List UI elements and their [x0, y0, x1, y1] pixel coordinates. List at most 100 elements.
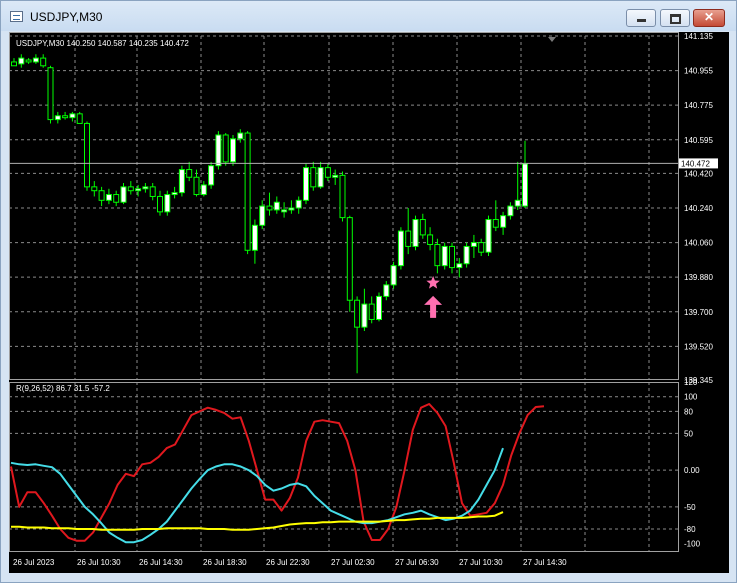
candle — [412, 215, 419, 251]
candle-body — [149, 186, 156, 197]
candle — [405, 208, 412, 255]
candle — [157, 190, 163, 216]
candle-body — [164, 194, 171, 213]
candles — [11, 54, 528, 374]
price-axis-label: 140.775 — [684, 101, 713, 110]
candle-body — [84, 122, 90, 188]
candle-body — [178, 169, 185, 194]
main-chart-info: USDJPY,M30 140.250 140.587 140.235 140.4… — [16, 39, 189, 48]
price-axis-label: 139.880 — [684, 273, 713, 282]
time-axis-label: 26 Jul 2023 — [13, 558, 55, 567]
title-bar[interactable]: USDJPY,M30 — [1, 1, 736, 31]
candle-body — [259, 205, 266, 226]
candle-body — [62, 115, 69, 119]
candle — [62, 111, 69, 120]
candle — [514, 161, 521, 210]
candle-body — [500, 215, 507, 228]
indicator-axis-label: 120 — [684, 378, 698, 387]
candle — [69, 111, 76, 122]
candle — [25, 58, 32, 64]
candle — [273, 196, 280, 214]
candle-body — [303, 167, 309, 201]
candle — [492, 200, 499, 232]
chart-window-icon — [10, 11, 23, 22]
candle — [266, 192, 273, 216]
candle — [368, 296, 375, 324]
terminal-window: USDJPY,M30 141.135140.955140.775140.5951… — [0, 0, 737, 583]
candle-body — [135, 188, 142, 192]
candle — [32, 54, 39, 64]
candle-body — [47, 67, 54, 121]
chart-canvas[interactable]: 141.135 140.955 140.775 140.595 140.420 140.2… — [9, 32, 729, 573]
candle — [397, 227, 404, 270]
candle — [91, 181, 98, 197]
candle — [500, 211, 507, 235]
close-button[interactable] — [693, 9, 725, 27]
candle-body — [32, 57, 39, 63]
candle-body — [310, 167, 317, 188]
time-axis-label: 26 Jul 14:30 — [139, 558, 183, 567]
scroll-marker-icon[interactable] — [548, 37, 556, 42]
candle — [456, 257, 463, 278]
candle-body — [18, 57, 25, 65]
candle — [383, 281, 390, 301]
candle-body — [208, 165, 215, 186]
indicator-line — [10, 403, 545, 542]
time-axis-label: 27 Jul 02:30 — [331, 558, 375, 567]
candle — [40, 54, 47, 68]
candle — [84, 121, 90, 191]
candle — [200, 181, 207, 197]
price-axis-label: 139.520 — [684, 342, 713, 351]
candle — [135, 184, 142, 197]
markers — [424, 275, 443, 318]
indicator-lines — [10, 403, 545, 544]
candle — [419, 213, 426, 239]
price-axis-label: 139.700 — [684, 308, 713, 317]
candle-body — [397, 230, 404, 267]
candle-body — [354, 299, 361, 328]
candle-body — [142, 186, 149, 190]
candle-body — [419, 219, 426, 236]
chart-area[interactable]: 141.135 140.955 140.775 140.595 140.420 140.2… — [9, 32, 729, 573]
candle-body — [456, 263, 463, 269]
price-axis-label: 140.595 — [684, 136, 713, 145]
candle — [11, 58, 17, 67]
candle-body — [295, 199, 302, 209]
price-axis-label: 140.955 — [684, 67, 713, 76]
candle-body — [449, 245, 455, 269]
candle — [54, 111, 61, 124]
indicator-frame — [9, 382, 679, 552]
candle-body — [266, 205, 273, 211]
candle-body — [76, 113, 83, 124]
candle — [208, 161, 215, 189]
candle-body — [157, 195, 163, 213]
candle-body — [91, 186, 98, 192]
candle-body — [98, 190, 105, 201]
candle — [441, 242, 448, 270]
candle-body — [470, 242, 477, 247]
candle-body — [317, 167, 324, 188]
candle — [310, 161, 317, 191]
candle-body — [405, 230, 412, 247]
price-axis-label: 140.420 — [684, 169, 713, 178]
candle — [251, 219, 258, 264]
indicator-info: R(9,26,52) 86.7 31.5 -57.2 — [16, 384, 110, 393]
candle — [485, 215, 492, 257]
candle — [244, 131, 251, 255]
candle-body — [186, 169, 193, 178]
maximize-button[interactable] — [660, 9, 690, 27]
price-axis-label: 140.060 — [684, 239, 713, 248]
candle-body — [376, 295, 382, 320]
candle — [522, 140, 528, 208]
candle-body — [273, 201, 280, 211]
indicator-axis-label: -80 — [684, 525, 696, 534]
candle-body — [324, 167, 331, 178]
candle — [507, 202, 514, 220]
indicator-axis-label: -100 — [684, 540, 701, 549]
minimize-button[interactable] — [626, 9, 656, 27]
candle-body — [171, 192, 178, 196]
candle — [463, 242, 470, 268]
star-icon — [426, 275, 440, 289]
candle-body — [200, 184, 207, 196]
candle-body — [222, 134, 229, 163]
